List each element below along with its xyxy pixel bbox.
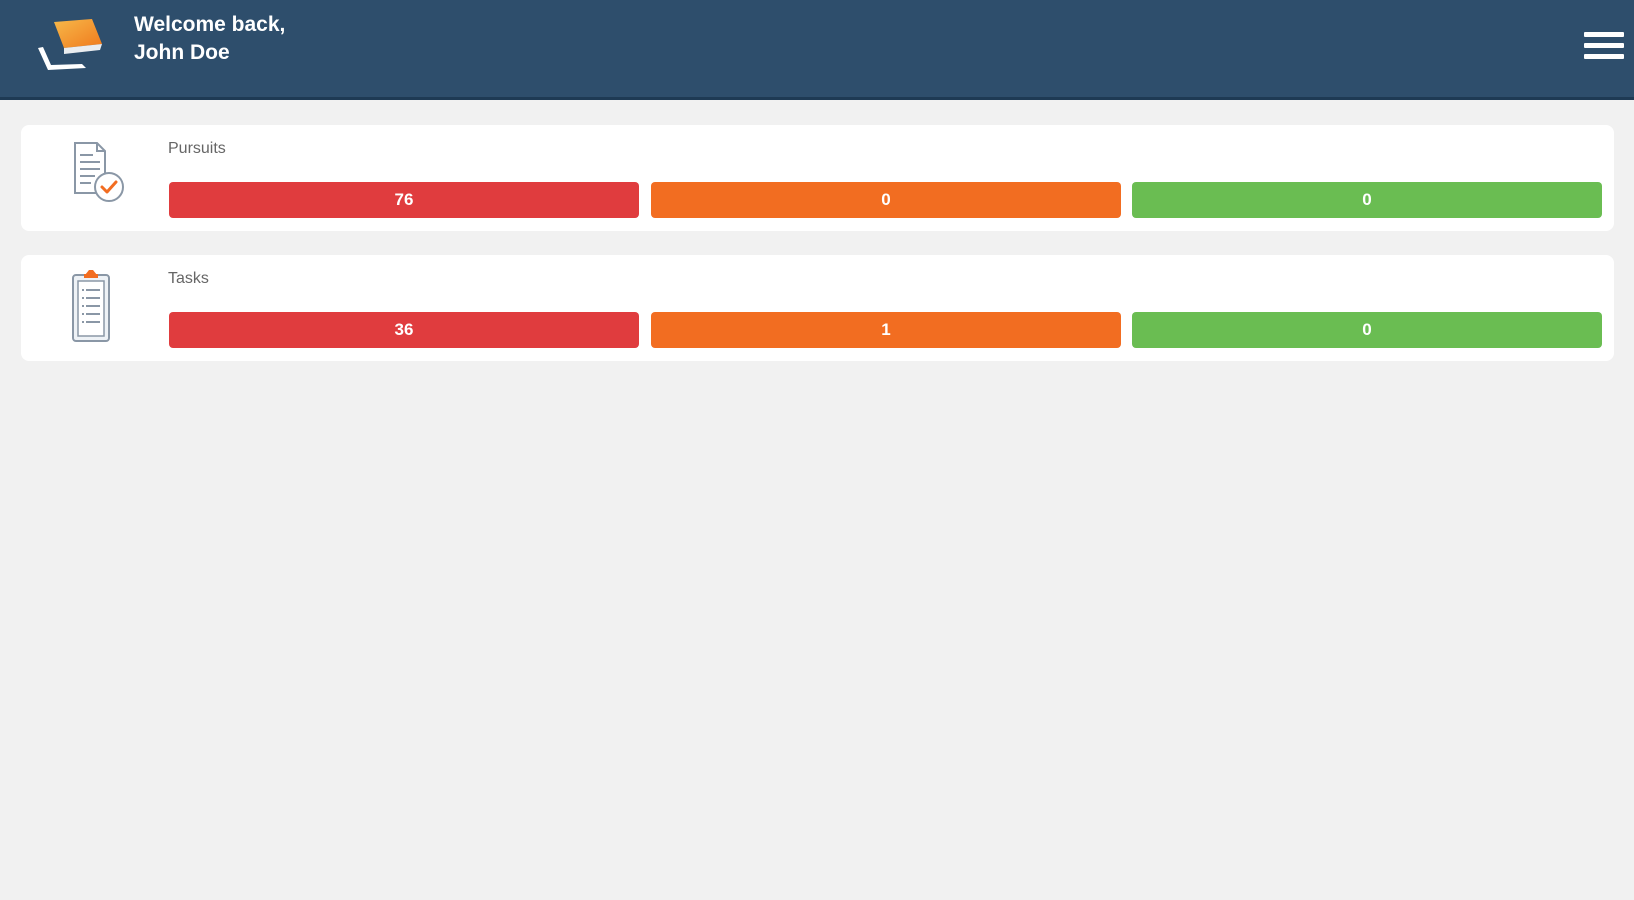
overdue-count-bar[interactable]: 36 xyxy=(169,312,639,348)
clipboard-icon xyxy=(53,265,133,345)
menu-line xyxy=(1584,32,1624,37)
app-header: Welcome back, John Doe xyxy=(0,0,1634,100)
status-bars: 76 0 0 xyxy=(169,182,1603,218)
welcome-message: Welcome back, John Doe xyxy=(134,11,285,67)
complete-count-bar[interactable]: 0 xyxy=(1132,312,1602,348)
user-name: John Doe xyxy=(134,41,230,64)
overdue-count-bar[interactable]: 76 xyxy=(169,182,639,218)
complete-count-bar[interactable]: 0 xyxy=(1132,182,1602,218)
status-bars: 36 1 0 xyxy=(169,312,1603,348)
document-check-icon xyxy=(53,135,133,215)
due-count-bar[interactable]: 1 xyxy=(651,312,1121,348)
pursuits-card[interactable]: Pursuits 76 0 0 xyxy=(21,125,1614,231)
book-logo-icon[interactable] xyxy=(34,14,110,74)
menu-line xyxy=(1584,43,1624,48)
tasks-card[interactable]: Tasks 36 1 0 xyxy=(21,255,1614,361)
card-title: Tasks xyxy=(168,270,209,287)
hamburger-menu-icon[interactable] xyxy=(1584,28,1626,62)
due-count-bar[interactable]: 0 xyxy=(651,182,1121,218)
menu-line xyxy=(1584,54,1624,59)
card-title: Pursuits xyxy=(168,140,226,157)
greeting-text: Welcome back, xyxy=(134,13,286,36)
